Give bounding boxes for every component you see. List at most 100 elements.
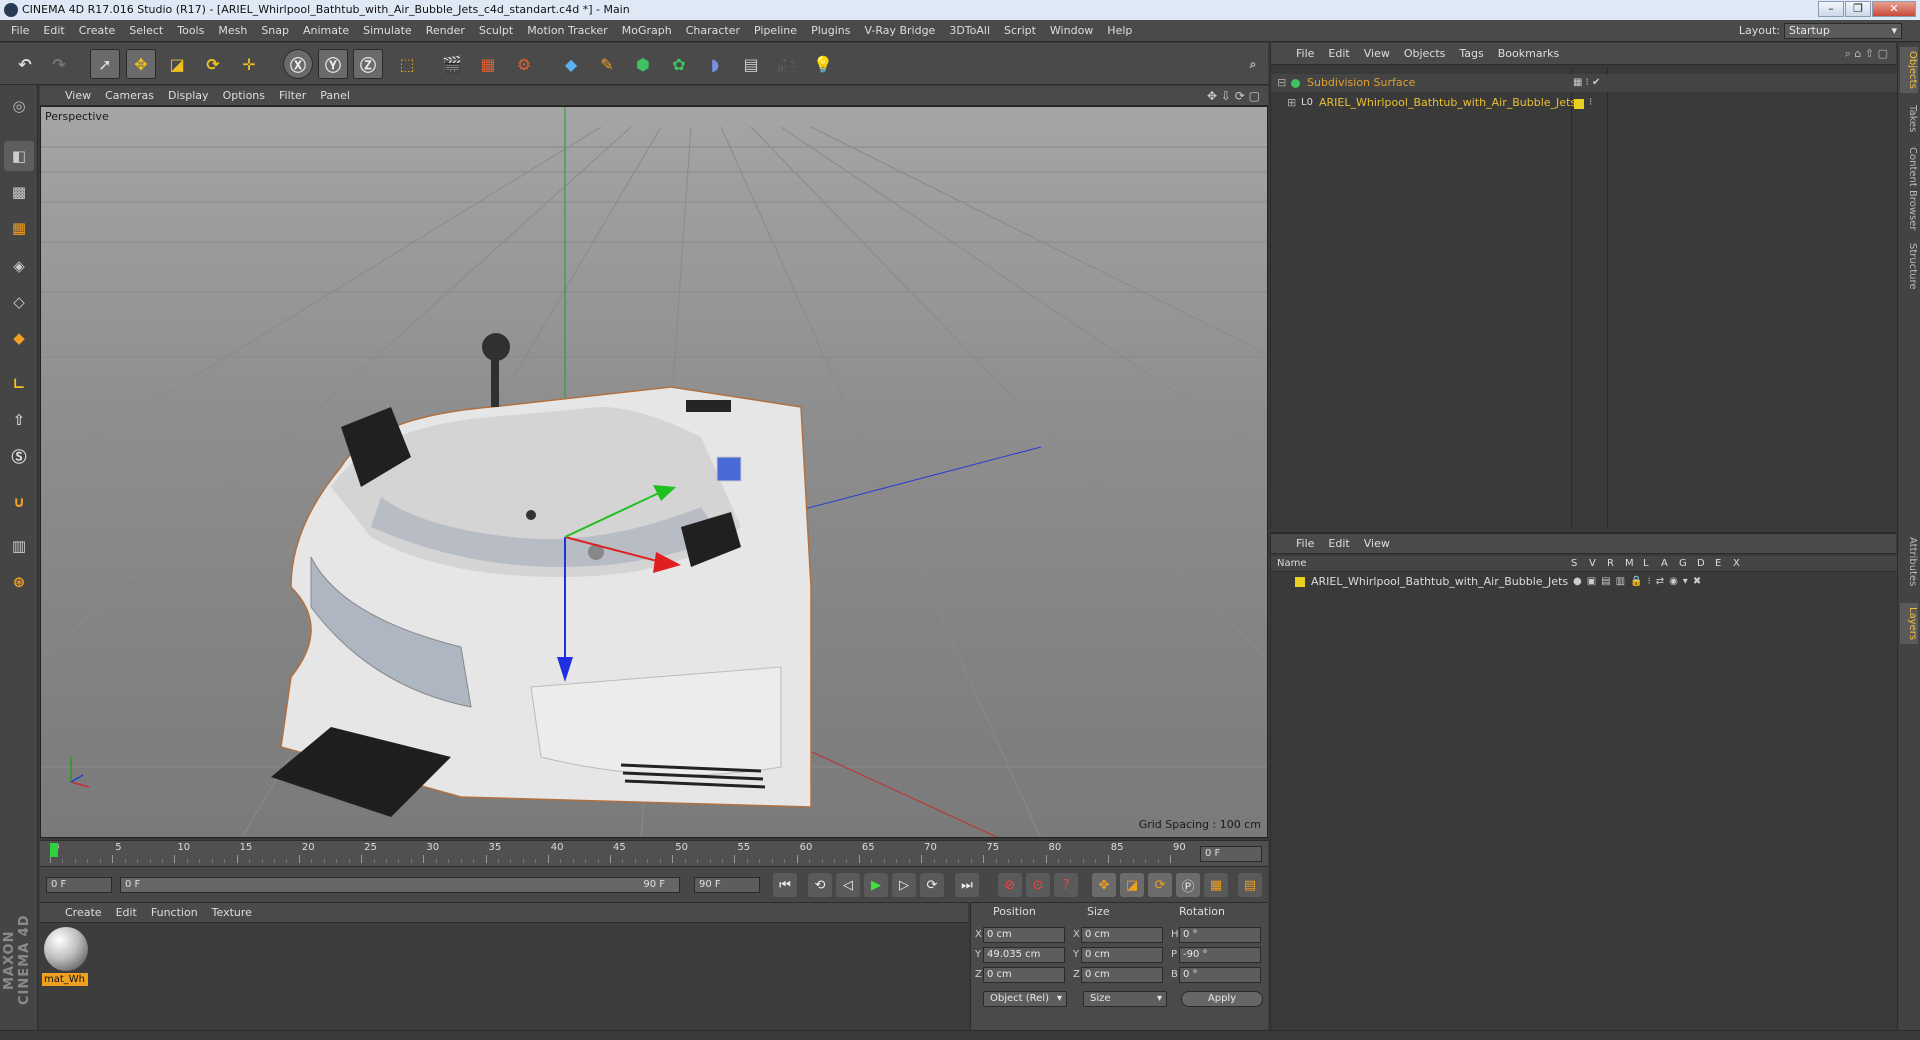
material-menu-item-create[interactable]: Create [58, 903, 109, 923]
layer-column-s[interactable]: S [1571, 556, 1577, 572]
perspective-viewport[interactable]: Perspective Grid Spacing : 100 cm [40, 106, 1268, 838]
minimize-button[interactable]: – [1818, 1, 1844, 17]
go-to-end-icon[interactable]: ⏭ [955, 873, 979, 897]
objects-menu-item-objects[interactable]: Objects [1397, 43, 1453, 65]
menu-item-create[interactable]: Create [72, 20, 123, 42]
texture-mode-icon[interactable]: ▩ [4, 177, 34, 207]
keyframe-selection-icon[interactable]: ? [1054, 873, 1078, 897]
size-field-y[interactable]: 0 cm [1081, 947, 1163, 963]
rotation-field-h[interactable]: 0 ° [1179, 927, 1261, 943]
visibility-toggle-icon[interactable]: ▦ ⁝ ✔ [1573, 74, 1600, 92]
position-field-x[interactable]: 0 cm [983, 927, 1065, 943]
layer-column-d[interactable]: D [1697, 556, 1705, 572]
objects-menu-item-bookmarks[interactable]: Bookmarks [1491, 43, 1566, 65]
objects-menu-item-edit[interactable]: Edit [1321, 43, 1356, 65]
record-active-objects-icon[interactable]: ⊘ [998, 873, 1022, 897]
move-tool-icon[interactable]: ✥ [126, 49, 156, 79]
cloner-icon[interactable]: ✿ [664, 49, 694, 79]
points-mode-icon[interactable]: ◈ [4, 251, 34, 281]
menu-item-simulate[interactable]: Simulate [356, 20, 419, 42]
material-name-label[interactable]: mat_Wh [42, 973, 88, 986]
objects-menu-item-file[interactable]: File [1289, 43, 1321, 65]
maximize-button[interactable]: ❐ [1845, 1, 1871, 17]
material-menu-item-function[interactable]: Function [144, 903, 205, 923]
rotation-field-b[interactable]: 0 ° [1179, 967, 1261, 983]
render-to-picture-viewer-icon[interactable]: ▦ [473, 49, 503, 79]
collapse-icon[interactable]: ⊟ [1277, 74, 1286, 92]
objects-menu-item-tags[interactable]: Tags [1452, 43, 1490, 65]
object-row-subdivision[interactable]: ⊟ Subdivision Surface ▦ ⁝ ✔ [1271, 74, 1897, 92]
timeline-window-icon[interactable]: ▤ [1238, 873, 1262, 897]
redo-icon[interactable]: ↷ [44, 49, 74, 79]
layer-column-e[interactable]: E [1715, 556, 1721, 572]
floor-icon[interactable]: ▤ [736, 49, 766, 79]
position-field-y[interactable]: 49.035 cm [983, 947, 1065, 963]
y-axis-lock-icon[interactable]: Ⓨ [318, 49, 348, 79]
edges-mode-icon[interactable]: ◇ [4, 287, 34, 317]
preview-range-slider[interactable]: 0 F 90 F [120, 877, 680, 893]
record-position-icon[interactable]: ✥ [1092, 873, 1116, 897]
viewport-navigation-icons[interactable]: ✥ ⇩ ⟳ ▢ [1207, 86, 1260, 106]
size-field-x[interactable]: 0 cm [1081, 927, 1163, 943]
layer-column-a[interactable]: A [1661, 556, 1668, 572]
menu-item-help[interactable]: Help [1100, 20, 1139, 42]
rotation-field-p[interactable]: -90 ° [1179, 947, 1261, 963]
render-view-icon[interactable]: 🎬 [437, 49, 467, 79]
menu-item-snap[interactable]: Snap [254, 20, 296, 42]
search-icon[interactable]: ⌕ [1238, 49, 1268, 79]
size-field-z[interactable]: 0 cm [1081, 967, 1163, 983]
menu-item-sculpt[interactable]: Sculpt [472, 20, 520, 42]
layer-column-l[interactable]: L [1643, 556, 1649, 572]
x-axis-lock-icon[interactable]: Ⓧ [283, 49, 313, 79]
object-row-bathtub[interactable]: ⊞ L0 ARIEL_Whirlpool_Bathtub_with_Air_Bu… [1271, 94, 1897, 112]
coordinate-system-icon[interactable]: ⬚ [392, 49, 422, 79]
next-frame-icon[interactable]: ▷ [892, 873, 916, 897]
bathtub-model[interactable] [271, 333, 812, 817]
lock-workplane-icon[interactable]: ⊛ [4, 567, 34, 597]
layer-column-g[interactable]: G [1679, 556, 1687, 572]
record-rotation-icon[interactable]: ⟳ [1148, 873, 1172, 897]
viewport-menu-item-options[interactable]: Options [216, 86, 272, 106]
layer-flags-icons[interactable]: ●▣▤▥🔒⁝⇄◉▾✖ [1573, 573, 1706, 591]
record-scale-icon[interactable]: ◪ [1120, 873, 1144, 897]
viewport-menu-item-filter[interactable]: Filter [272, 86, 313, 106]
close-button[interactable]: ✕ [1872, 1, 1916, 17]
takes-side-tab[interactable]: Takes [1900, 101, 1918, 136]
light-icon[interactable]: 💡 [808, 49, 838, 79]
layout-dropdown[interactable]: Startup ▾ [1784, 23, 1902, 39]
menu-item-file[interactable]: File [4, 20, 36, 42]
menu-item-pipeline[interactable]: Pipeline [747, 20, 804, 42]
viewport-menu-item-view[interactable]: View [58, 86, 98, 106]
record-parameter-icon[interactable]: Ⓟ [1176, 873, 1200, 897]
menu-item-mograph[interactable]: MoGraph [615, 20, 679, 42]
layers-menu-item-view[interactable]: View [1357, 534, 1397, 554]
menu-item-tools[interactable]: Tools [170, 20, 211, 42]
end-frame-field[interactable]: 90 F [694, 877, 760, 893]
layer-column-v[interactable]: V [1589, 556, 1596, 572]
rotate-tool-icon[interactable]: ⟳ [198, 49, 228, 79]
object-manager-toolbar-icons[interactable]: ⌕ ⌂ ⇧ ▢ [1845, 43, 1888, 65]
record-point-level-icon[interactable]: ▦ [1204, 873, 1228, 897]
material-preview-sphere[interactable] [44, 927, 88, 971]
workplane-lock-icon[interactable]: ▥ [4, 531, 34, 561]
menu-item-v-ray-bridge[interactable]: V-Ray Bridge [857, 20, 942, 42]
coordinate-mode-dropdown[interactable]: Object (Rel) ▾ [983, 991, 1067, 1007]
scale-tool-icon[interactable]: ◪ [162, 49, 192, 79]
menu-item-script[interactable]: Script [997, 20, 1043, 42]
subdivision-surface-icon[interactable]: ⬢ [628, 49, 658, 79]
viewport-menu-item-display[interactable]: Display [161, 86, 216, 106]
spline-pen-icon[interactable]: ✎ [592, 49, 622, 79]
material-menu-item-texture[interactable]: Texture [205, 903, 259, 923]
render-settings-icon[interactable]: ⚙ [509, 49, 539, 79]
attributes-side-tab[interactable]: Attributes [1900, 533, 1918, 590]
menu-item-select[interactable]: Select [122, 20, 170, 42]
workplane-mode-icon[interactable]: ▦ [4, 213, 34, 243]
go-to-start-icon[interactable]: ⏮ [773, 873, 797, 897]
objects-side-tab[interactable]: Objects [1900, 47, 1918, 93]
current-frame-field[interactable]: 0 F [1200, 846, 1262, 862]
menu-item-motion-tracker[interactable]: Motion Tracker [520, 20, 614, 42]
menu-item-animate[interactable]: Animate [296, 20, 356, 42]
size-mode-dropdown[interactable]: Size ▾ [1083, 991, 1167, 1007]
tweak-mode-icon[interactable]: ⇧ [4, 405, 34, 435]
layer-column-name[interactable]: Name [1277, 556, 1307, 572]
